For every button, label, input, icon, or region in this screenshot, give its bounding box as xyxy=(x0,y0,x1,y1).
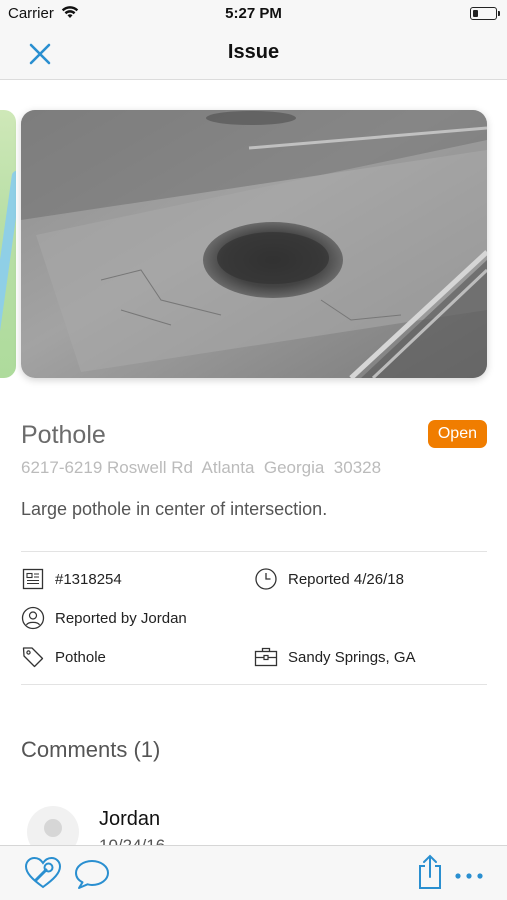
jurisdiction: Sandy Springs, GA xyxy=(254,644,416,670)
tag-icon xyxy=(22,647,44,668)
clock-icon xyxy=(255,568,277,590)
status-bar: Carrier 5:27 PM xyxy=(0,0,507,28)
issue-id: #1318254 xyxy=(21,566,122,592)
share-icon xyxy=(419,854,441,889)
support-button[interactable] xyxy=(24,856,62,895)
more-button[interactable] xyxy=(454,868,486,886)
document-icon xyxy=(22,568,44,590)
photo-gallery[interactable] xyxy=(0,110,507,380)
divider xyxy=(21,551,487,552)
nav-bar: Issue xyxy=(0,28,507,80)
heart-wrench-icon xyxy=(24,856,62,889)
category: Pothole xyxy=(21,644,106,670)
divider xyxy=(21,684,487,685)
reported-by: Reported by Jordan xyxy=(21,605,187,631)
reported-by-text: Reported by Jordan xyxy=(55,609,187,627)
briefcase-icon xyxy=(254,647,278,667)
clock: 5:27 PM xyxy=(225,5,282,22)
battery-icon xyxy=(470,7,500,20)
bottom-toolbar xyxy=(0,845,507,900)
more-icon xyxy=(455,873,483,879)
reported-date: Reported 4/26/18 xyxy=(254,566,404,592)
issue-address[interactable]: 6217-6219 Roswell Rd Atlanta Georgia 303… xyxy=(21,458,381,478)
issue-photo[interactable] xyxy=(21,110,487,378)
comments-header: Comments (1) xyxy=(21,737,161,762)
comment-author: Jordan xyxy=(99,808,161,830)
issue-description: Large pothole in center of intersection. xyxy=(21,499,328,519)
comment-button[interactable] xyxy=(74,858,110,895)
share-button[interactable] xyxy=(416,854,444,895)
issue-title: Pothole xyxy=(21,421,106,449)
comment-icon xyxy=(75,860,109,889)
reported-date-text: Reported 4/26/18 xyxy=(288,570,404,588)
map-thumbnail[interactable] xyxy=(0,110,16,378)
battery-level xyxy=(472,9,478,17)
jurisdiction-text: Sandy Springs, GA xyxy=(288,648,416,666)
page-title: Issue xyxy=(227,41,280,63)
user-icon xyxy=(21,606,45,630)
category-text: Pothole xyxy=(55,648,106,666)
issue-id-text: #1318254 xyxy=(55,570,122,588)
status-badge: Open xyxy=(427,420,487,448)
